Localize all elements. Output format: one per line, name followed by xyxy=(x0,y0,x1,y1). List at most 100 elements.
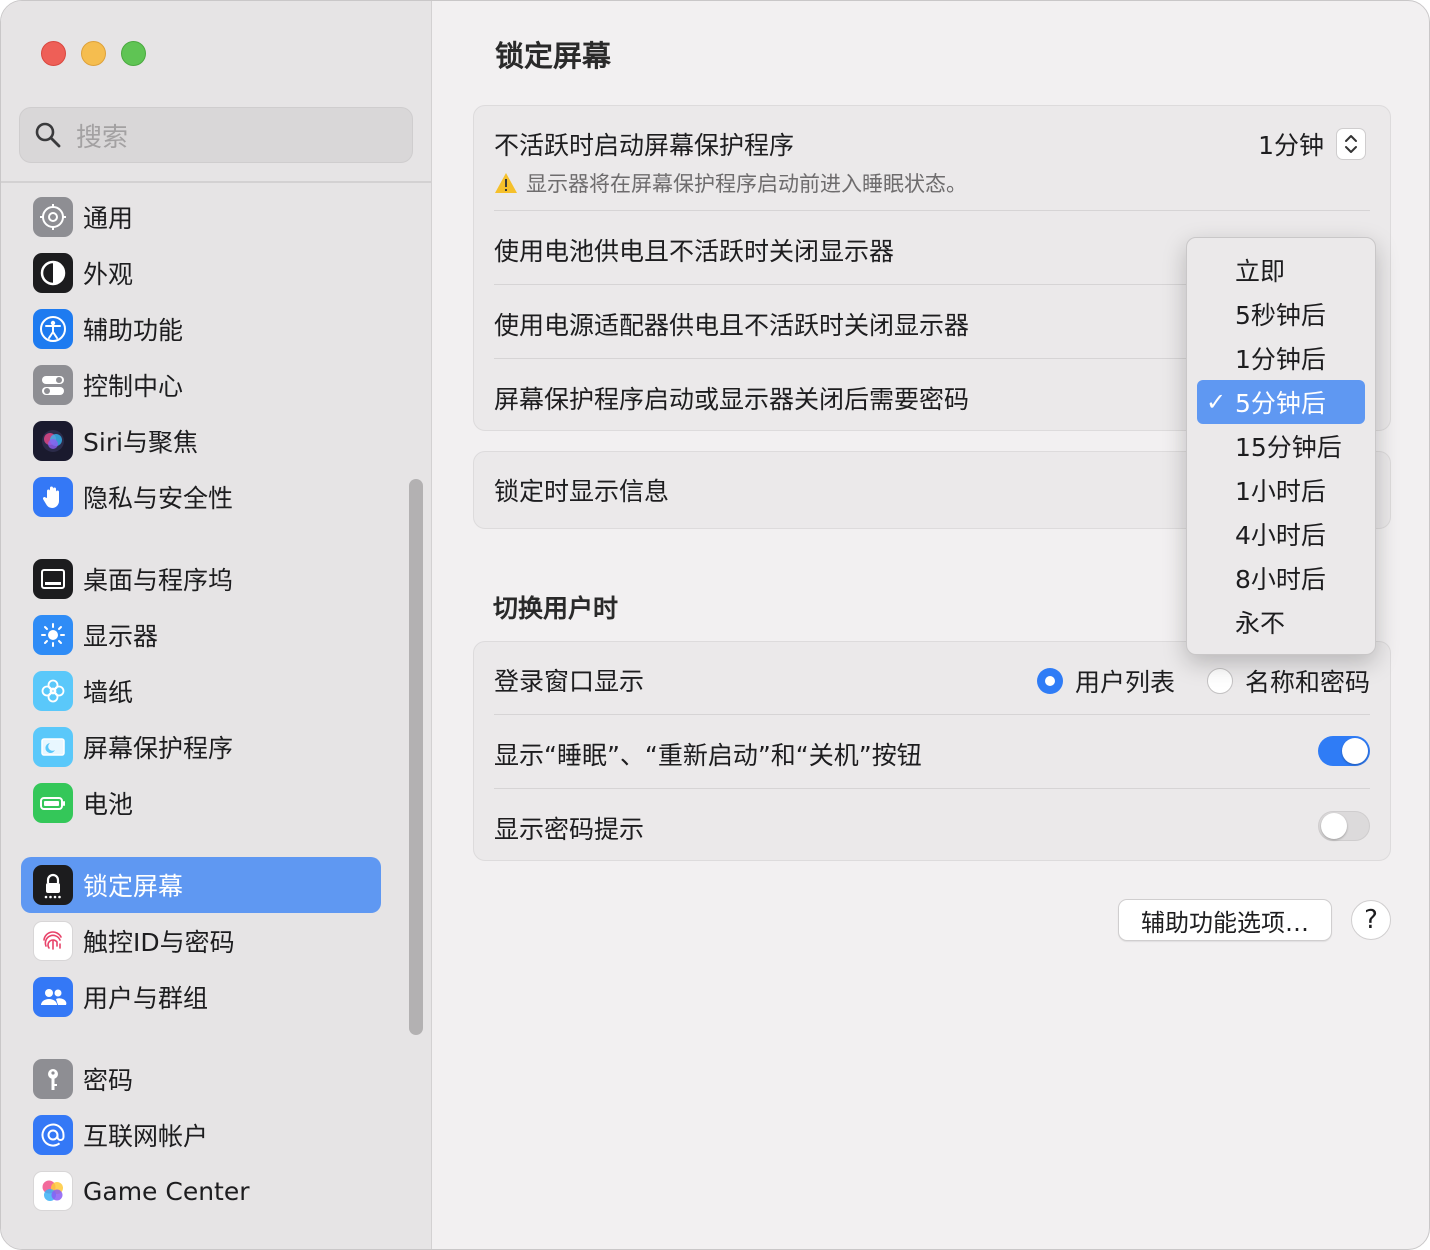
sidebar-item-screensaver[interactable]: 屏幕保护程序 xyxy=(21,719,381,775)
dock-icon xyxy=(33,559,73,599)
siri-icon xyxy=(33,421,73,461)
zoom-window-button[interactable] xyxy=(121,41,146,66)
users-icon xyxy=(33,977,73,1017)
minimize-window-button[interactable] xyxy=(81,41,106,66)
menu-item[interactable]: 1分钟后 xyxy=(1197,336,1365,380)
menu-item[interactable]: 永不 xyxy=(1197,600,1365,644)
section-title: 切换用户时 xyxy=(493,594,619,623)
menu-item-selected[interactable]: ✓ 5分钟后 xyxy=(1197,380,1365,424)
sidebar-item-appearance[interactable]: 外观 xyxy=(21,245,381,301)
menu-item[interactable]: 15分钟后 xyxy=(1197,424,1365,468)
sidebar-item-game-center[interactable]: Game Center xyxy=(21,1163,381,1219)
sidebar-item-siri[interactable]: Siri与聚焦 xyxy=(21,413,381,469)
password-hint-row: 显示密码提示 xyxy=(494,810,1370,846)
menu-item[interactable]: 立即 xyxy=(1197,248,1365,292)
sidebar-item-lock-screen[interactable]: 锁定屏幕 xyxy=(21,857,381,913)
settings-window: 搜索 通用 外观 辅助功能 控制中心 Siri与聚焦 隐私与安全性 桌面与程序坞… xyxy=(0,0,1430,1250)
search-placeholder: 搜索 xyxy=(76,122,129,153)
password-hint-toggle[interactable] xyxy=(1318,811,1370,841)
sidebar-divider xyxy=(1,181,432,183)
screensaver-row: 不活跃时启动屏幕保护程序 显示器将在屏幕保护程序启动前进入睡眠状态。 1分钟 xyxy=(494,126,1370,198)
accessibility-icon xyxy=(33,309,73,349)
menu-item[interactable]: 8小时后 xyxy=(1197,556,1365,600)
warning-text: 显示器将在屏幕保护程序启动前进入睡眠状态。 xyxy=(526,172,967,196)
menu-item[interactable]: 1小时后 xyxy=(1197,468,1365,512)
stepper-arrows[interactable] xyxy=(1336,128,1366,160)
screensaver-stepper-control[interactable]: 1分钟 xyxy=(1258,126,1366,162)
gear-icon xyxy=(33,197,73,237)
switch-user-card: 登录窗口显示 用户列表 名称和密码 显示“睡眠”、“重新启动”和“关机”按钮 显… xyxy=(473,641,1391,861)
sidebar-item-label: Siri与聚焦 xyxy=(83,428,199,457)
toggle-knob xyxy=(1342,738,1368,764)
login-window-options: 用户列表 名称和密码 xyxy=(1036,663,1370,699)
sidebar-item-label: 屏幕保护程序 xyxy=(83,734,234,763)
sidebar-item-privacy[interactable]: 隐私与安全性 xyxy=(21,469,381,525)
search-field[interactable]: 搜索 xyxy=(19,107,413,163)
chevron-up-down-icon xyxy=(1345,135,1357,153)
sidebar-scrollbar[interactable] xyxy=(409,479,423,1035)
sidebar-item-control-center[interactable]: 控制中心 xyxy=(21,357,381,413)
sidebar-item-displays[interactable]: 显示器 xyxy=(21,607,381,663)
sidebar-item-users[interactable]: 用户与群组 xyxy=(21,969,381,1025)
sidebar-item-label: 通用 xyxy=(83,204,134,233)
row-divider xyxy=(494,788,1370,789)
page-title: 锁定屏幕 xyxy=(495,39,612,73)
warning-message: 显示器将在屏幕保护程序启动前进入睡眠状态。 xyxy=(494,168,1370,198)
sidebar-item-label: 辅助功能 xyxy=(83,316,184,345)
sidebar-item-label: 外观 xyxy=(83,260,134,289)
accessibility-options-button[interactable]: 辅助功能选项… xyxy=(1118,899,1332,941)
option-name-password[interactable]: 名称和密码 xyxy=(1206,663,1370,699)
password-hint-label: 显示密码提示 xyxy=(494,815,645,844)
hand-icon xyxy=(33,477,73,517)
power-buttons-row: 显示“睡眠”、“重新启动”和“关机”按钮 xyxy=(494,736,1370,772)
sidebar-item-label: 控制中心 xyxy=(83,372,184,401)
appearance-icon xyxy=(33,253,73,293)
sidebar-item-touch-id[interactable]: 触控ID与密码 xyxy=(21,913,381,969)
menu-item[interactable]: 4小时后 xyxy=(1197,512,1365,556)
game-center-icon xyxy=(33,1171,73,1211)
lock-icon xyxy=(33,865,73,905)
radio-label: 名称和密码 xyxy=(1244,668,1370,697)
radio-label: 用户列表 xyxy=(1074,668,1175,697)
option-user-list[interactable]: 用户列表 xyxy=(1036,663,1175,699)
sidebar-item-wallpaper[interactable]: 墙纸 xyxy=(21,663,381,719)
radio-name-password[interactable] xyxy=(1206,668,1233,694)
search-icon xyxy=(35,122,61,148)
sidebar: 搜索 通用 外观 辅助功能 控制中心 Siri与聚焦 隐私与安全性 桌面与程序坞… xyxy=(1,1,432,1249)
menu-item[interactable]: 5秒钟后 xyxy=(1197,292,1365,336)
row-divider xyxy=(494,714,1370,715)
sidebar-item-label: 密码 xyxy=(83,1066,134,1095)
sidebar-item-general[interactable]: 通用 xyxy=(21,189,381,245)
sidebar-item-battery[interactable]: 电池 xyxy=(21,775,381,831)
battery-icon xyxy=(33,783,73,823)
sidebar-item-passwords[interactable]: 密码 xyxy=(21,1051,381,1107)
sidebar-item-accessibility[interactable]: 辅助功能 xyxy=(21,301,381,357)
sidebar-item-label: 墙纸 xyxy=(83,678,134,707)
sidebar-item-label: 隐私与安全性 xyxy=(83,484,234,513)
fingerprint-icon xyxy=(33,921,73,961)
key-icon xyxy=(33,1059,73,1099)
at-icon xyxy=(33,1115,73,1155)
close-window-button[interactable] xyxy=(41,41,66,66)
sun-icon xyxy=(33,615,73,655)
control-center-icon xyxy=(33,365,73,405)
sidebar-item-internet-accounts[interactable]: 互联网帐户 xyxy=(21,1107,381,1163)
radio-user-list[interactable] xyxy=(1036,668,1063,694)
screensaver-value: 1分钟 xyxy=(1258,131,1324,160)
help-button[interactable]: ? xyxy=(1351,900,1391,940)
power-buttons-toggle[interactable] xyxy=(1318,736,1370,766)
sidebar-item-label: Game Center xyxy=(83,1176,250,1206)
sidebar-item-label: 互联网帐户 xyxy=(83,1122,209,1151)
checkmark-icon: ✓ xyxy=(1205,388,1227,416)
power-buttons-label: 显示“睡眠”、“重新启动”和“关机”按钮 xyxy=(494,741,922,770)
sidebar-item-label: 电池 xyxy=(83,790,134,819)
password-delay-menu: 立即 5秒钟后 1分钟后 ✓ 5分钟后 15分钟后 1小时后 4小时后 8小时后 … xyxy=(1186,237,1376,655)
sidebar-item-label: 桌面与程序坞 xyxy=(83,566,234,595)
toggle-knob xyxy=(1321,813,1347,839)
screensaver-icon xyxy=(33,727,73,767)
sidebar-item-label: 锁定屏幕 xyxy=(83,872,184,901)
screensaver-label: 不活跃时启动屏幕保护程序 xyxy=(494,131,795,160)
sidebar-item-desktop-dock[interactable]: 桌面与程序坞 xyxy=(21,551,381,607)
row-divider xyxy=(494,210,1370,211)
flower-icon xyxy=(33,671,73,711)
